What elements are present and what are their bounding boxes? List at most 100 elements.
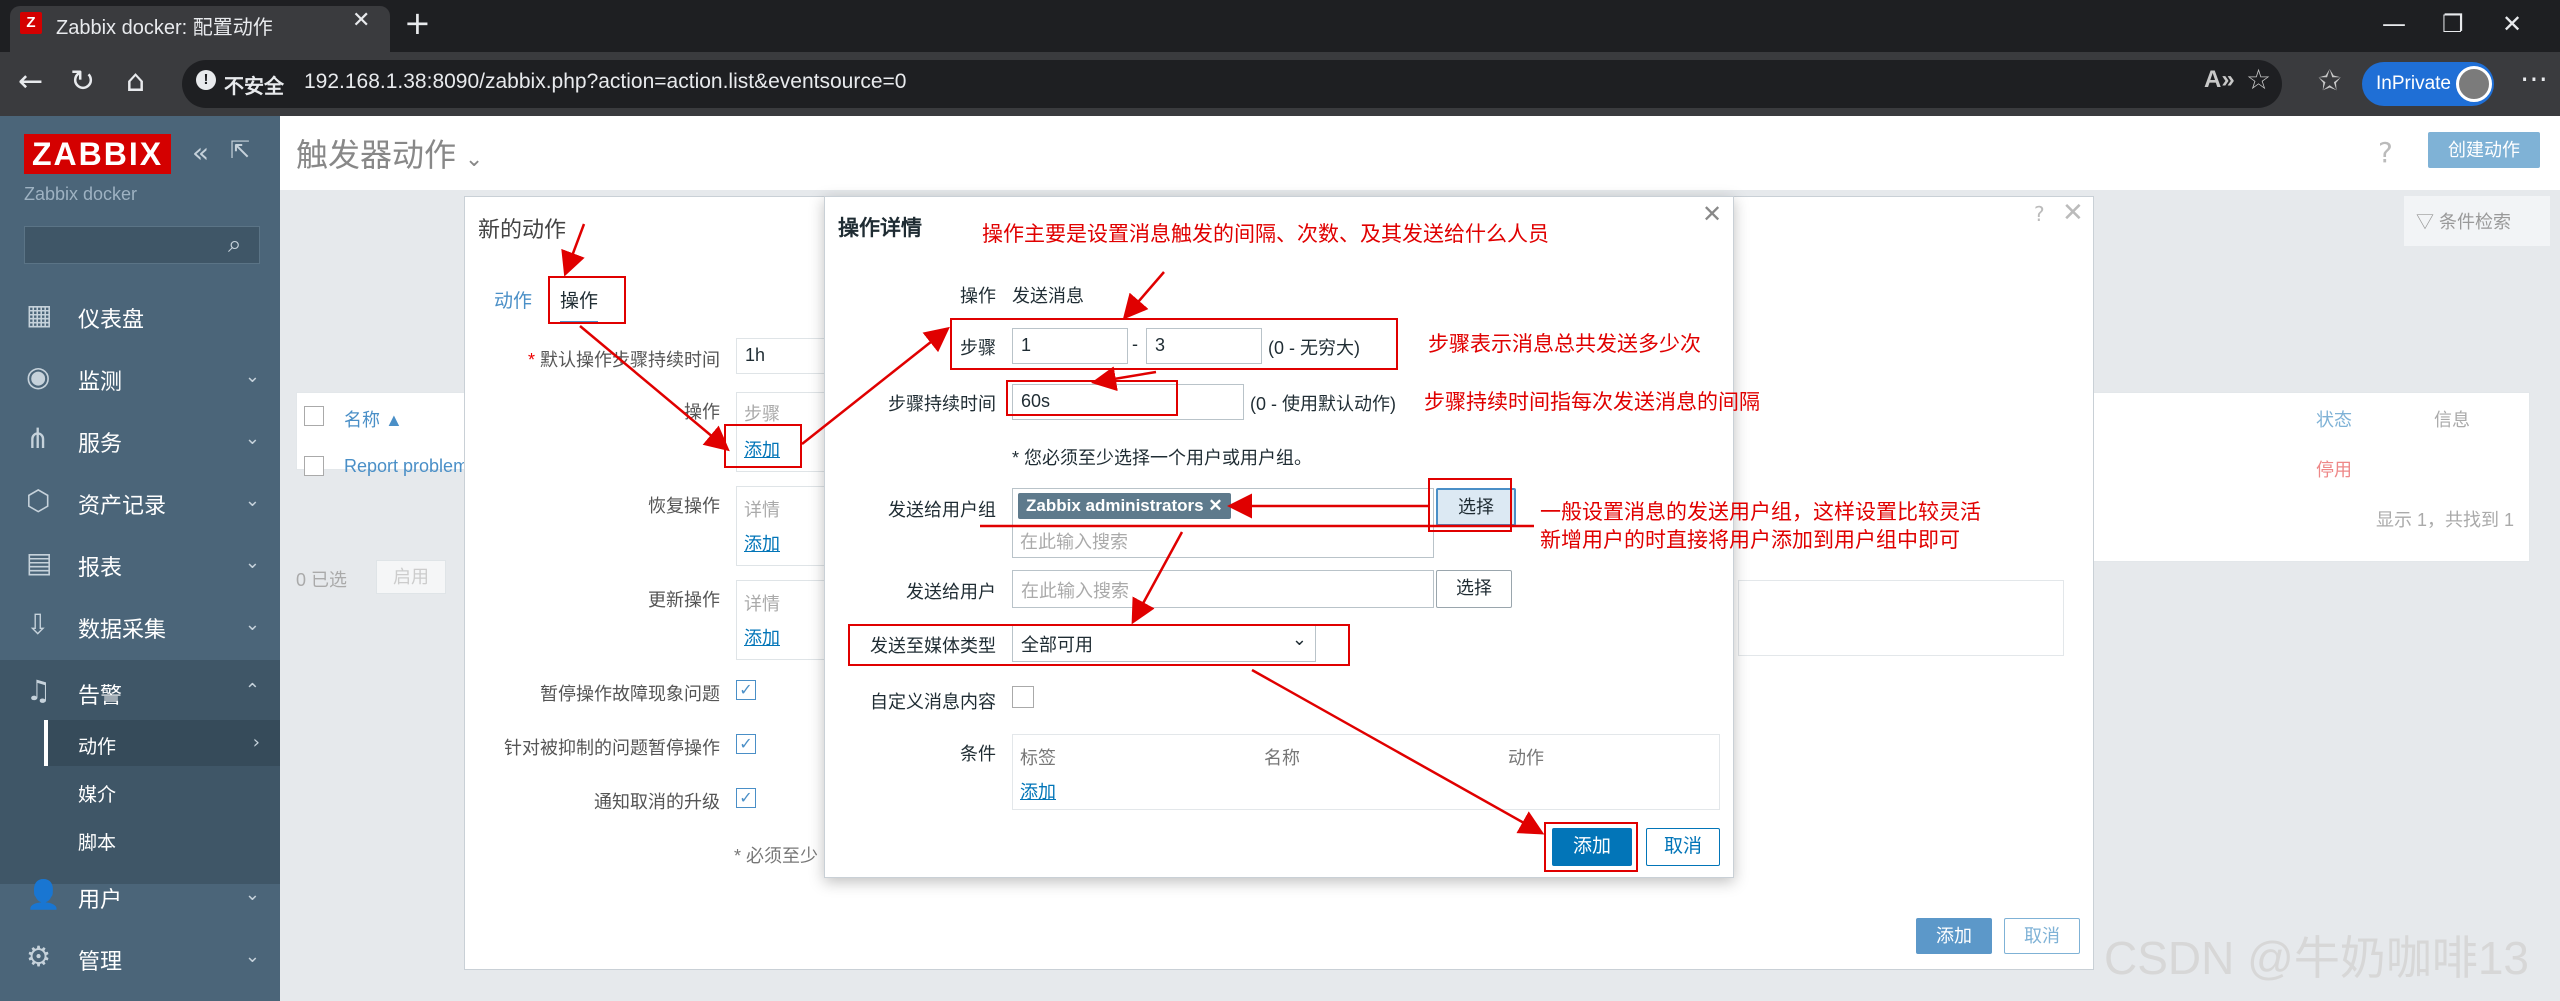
annotation-duration: 步骤持续时间指每次发送消息的间隔 xyxy=(1424,390,1760,414)
bell-icon: ♫ xyxy=(26,674,52,707)
minimize-icon[interactable]: — xyxy=(2382,10,2406,38)
help-icon[interactable]: ? xyxy=(2034,202,2045,226)
read-aloud-icon[interactable]: A» xyxy=(2204,66,2235,94)
add-update-link[interactable]: 添加 xyxy=(744,624,780,650)
user-groups-search[interactable]: 在此输入搜索 xyxy=(1020,528,1128,554)
row-status-disabled[interactable]: 停用 xyxy=(2316,456,2352,482)
row-name-link[interactable]: Report problem xyxy=(344,456,464,477)
warning-icon[interactable]: ! xyxy=(196,70,216,90)
url-text[interactable]: 192.168.1.38:8090/zabbix.php?action=acti… xyxy=(304,70,906,94)
collapse-sidebar-icon[interactable]: « xyxy=(192,136,209,169)
sidebar-item-monitoring[interactable]: ◉ 监测 ⌄ xyxy=(0,346,280,408)
chevron-down-icon: ⌄ xyxy=(464,146,484,171)
dialog-title: 操作详情 xyxy=(838,217,922,240)
reports-icon: ▤ xyxy=(26,546,53,579)
col-name-header[interactable]: 名称 ▲ xyxy=(344,406,403,432)
users-search-input[interactable]: 在此输入搜索 xyxy=(1012,570,1434,608)
filter-tab[interactable]: ▽ 条件检索 xyxy=(2404,196,2550,246)
conditions-label: 条件 xyxy=(960,744,996,764)
chevron-down-icon: ⌄ xyxy=(244,552,260,573)
page-title[interactable]: 触发器动作 ⌄ xyxy=(296,130,483,176)
cancel-action-button[interactable]: 取消 xyxy=(2004,918,2080,954)
update-label: 更新操作 xyxy=(648,590,720,610)
annotation-steps: 步骤表示消息总共发送多少次 xyxy=(1428,332,1701,356)
not-secure-label[interactable]: 不安全 xyxy=(224,70,284,99)
default-duration-input[interactable]: 1h xyxy=(736,338,826,374)
enable-button[interactable]: 启用 xyxy=(376,560,446,594)
annotation-box-add-button xyxy=(1544,822,1638,872)
close-icon[interactable]: ✕ xyxy=(2062,198,2084,228)
more-icon[interactable]: ⋯ xyxy=(2520,62,2548,95)
cond-col-tag: 标签 xyxy=(1020,748,1056,768)
pause-symptoms-checkbox[interactable]: ✓ xyxy=(736,680,756,700)
required-users-note-text: * 您必须至少选择一个用户或用户组。 xyxy=(1012,448,1313,468)
pause-symptoms-label: 暂停操作故障现象问题 xyxy=(540,684,720,704)
user-group-chip[interactable]: Zabbix administrators ✕ xyxy=(1018,493,1231,519)
search-icon[interactable]: ⌕ xyxy=(228,230,241,258)
add-condition-link[interactable]: 添加 xyxy=(1020,778,1056,804)
sidebar-item-administration[interactable]: ⚙ 管理 ⌄ xyxy=(0,926,280,988)
sidebar-item-label: 数据采集 xyxy=(78,617,167,642)
tab-action[interactable]: 动作 xyxy=(494,286,532,313)
restore-icon[interactable]: ❐ xyxy=(2442,10,2464,38)
sidebar-item-label: 报表 xyxy=(78,555,123,580)
sidebar-item-inventory[interactable]: ⬡ 资产记录 ⌄ xyxy=(0,470,280,532)
selected-count: 0 已选 xyxy=(296,570,348,590)
annotation-box-add-link xyxy=(724,424,802,468)
sidebar-item-label: 管理 xyxy=(78,949,123,974)
chevron-down-icon: ⌄ xyxy=(244,884,260,905)
select-users-button[interactable]: 选择 xyxy=(1436,570,1512,608)
sidebar-subitem-actions[interactable]: 动作 › xyxy=(44,720,280,766)
col-status-header[interactable]: 状态 xyxy=(2316,406,2352,432)
custom-message-checkbox[interactable] xyxy=(1012,686,1034,708)
annotation-box-media xyxy=(848,624,1350,666)
close-icon[interactable]: ✕ xyxy=(1702,200,1722,228)
dialog-cancel-button[interactable]: 取消 xyxy=(1646,828,1720,866)
star-icon[interactable]: ☆ xyxy=(2246,63,2271,96)
favorites-icon[interactable]: ✩ xyxy=(2318,64,2341,97)
pause-suppressed-checkbox[interactable]: ✓ xyxy=(736,734,756,754)
chevron-right-icon: › xyxy=(252,732,260,753)
dashboard-icon: ▦ xyxy=(26,298,53,331)
sidebar-item-label: 监测 xyxy=(78,369,123,394)
operations-label: 操作 xyxy=(684,402,720,422)
sidebar-item-label: 用户 xyxy=(78,887,123,912)
remove-icon[interactable]: ✕ xyxy=(1208,496,1222,515)
help-icon[interactable]: ? xyxy=(2378,136,2393,169)
default-duration-label: * 默认操作步骤持续时间 xyxy=(527,350,720,370)
notify-cancelled-checkbox[interactable]: ✓ xyxy=(736,788,756,808)
back-icon[interactable]: ← xyxy=(18,64,43,99)
sidebar-item-data-collection[interactable]: ⇩ 数据采集 ⌄ xyxy=(0,594,280,656)
zabbix-logo[interactable]: ZABBIX xyxy=(24,134,172,174)
annotation-top: 操作主要是设置消息触发的间隔、次数、及其发送给什么人员 xyxy=(982,222,1549,246)
sidebar-item-reports[interactable]: ▤ 报表 ⌄ xyxy=(0,532,280,594)
home-icon[interactable]: ⌂ xyxy=(126,64,145,99)
required-users-note: * 您必须至少选择一个用户或用户组。 xyxy=(1012,444,1312,470)
sidebar-subitem-scripts[interactable]: 脚本 xyxy=(44,816,280,862)
new-action-title: 新的动作 xyxy=(478,217,567,242)
reload-icon[interactable]: ↻ xyxy=(70,64,95,99)
kiosk-mode-icon[interactable]: ⇱ xyxy=(230,136,250,164)
sidebar-item-alerts[interactable]: ♫ 告警 ⌃ xyxy=(0,660,280,722)
chevron-down-icon: ⌄ xyxy=(244,614,260,635)
profile-avatar[interactable] xyxy=(2456,66,2492,102)
new-tab-icon[interactable]: + xyxy=(404,4,431,42)
tab-close-icon[interactable]: ✕ xyxy=(352,8,370,33)
default-duration-label-text: 默认操作步骤持续时间 xyxy=(540,350,720,370)
sidebar-subitem-media[interactable]: 媒介 xyxy=(44,768,280,814)
csdn-watermark: CSDN @牛奶咖啡13 xyxy=(2104,932,2529,984)
create-action-button[interactable]: 创建动作 xyxy=(2428,132,2540,168)
server-name: Zabbix docker xyxy=(24,184,138,204)
window-close-icon[interactable]: ✕ xyxy=(2502,10,2522,38)
chevron-up-icon: ⌃ xyxy=(244,680,260,701)
select-all-checkbox[interactable] xyxy=(304,406,324,426)
add-action-button[interactable]: 添加 xyxy=(1916,918,1992,954)
sidebar-item-services[interactable]: ⋔ 服务 ⌄ xyxy=(0,408,280,470)
sidebar-item-users[interactable]: 👤 用户 ⌄ xyxy=(0,864,280,926)
sidebar-search-input[interactable] xyxy=(24,226,260,264)
users-label: 发送给用户 xyxy=(906,582,996,602)
add-recovery-link[interactable]: 添加 xyxy=(744,530,780,556)
page-title-text: 触发器动作 xyxy=(296,137,457,173)
row-checkbox[interactable] xyxy=(304,456,324,476)
sidebar-item-dashboard[interactable]: ▦ 仪表盘 xyxy=(0,284,280,346)
